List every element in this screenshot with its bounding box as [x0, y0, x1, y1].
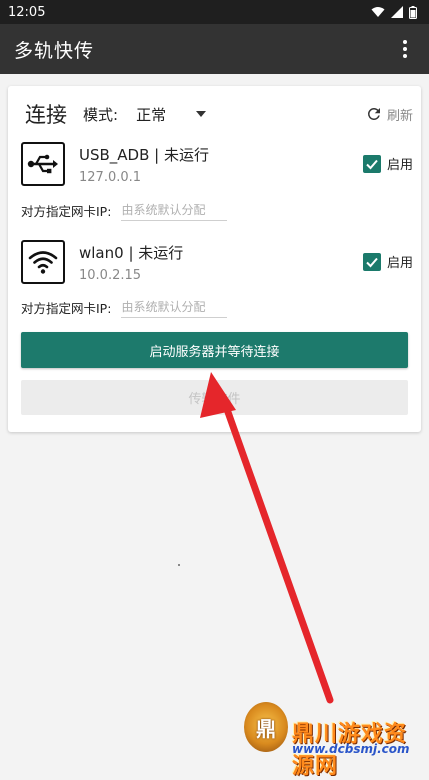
status-icons — [371, 5, 417, 19]
peer-ip-row-wlan: 对方指定网卡IP: — [8, 295, 421, 319]
status-time: 12:05 — [8, 4, 46, 20]
overflow-dot-icon — [403, 47, 407, 51]
checkbox-checked-icon — [362, 154, 381, 173]
checkbox-checked-icon — [362, 252, 381, 271]
wifi-icon — [21, 240, 65, 284]
enable-checkbox-wlan[interactable]: 启用 — [362, 252, 413, 271]
watermark-url: www.dcbsmj.com — [292, 742, 410, 756]
status-bar: 12:05 — [0, 0, 429, 24]
cell-signal-icon — [391, 6, 403, 18]
mode-select[interactable]: 正常 — [136, 104, 207, 125]
interface-ip: 10.0.2.15 — [79, 268, 142, 283]
mode-value: 正常 — [136, 105, 167, 124]
interface-row-wlan: wlan0 | 未运行 10.0.2.15 启用 — [8, 240, 421, 290]
peer-ip-row-usb: 对方指定网卡IP: — [8, 198, 421, 222]
watermark-logo-glyph: 鼎 — [256, 716, 276, 741]
overflow-menu-button[interactable] — [393, 34, 417, 64]
connection-title: 连接 — [25, 103, 67, 127]
stray-dot — [178, 564, 180, 566]
overflow-dot-icon — [403, 40, 407, 44]
dropdown-arrow-icon — [196, 111, 207, 117]
wifi-signal-icon — [371, 7, 385, 17]
refresh-icon — [367, 107, 380, 120]
mode-label: 模式: — [83, 105, 119, 124]
start-server-button[interactable]: 启动服务器并等待连接 — [21, 332, 408, 368]
transfer-files-button[interactable]: 传输文件 — [21, 380, 408, 415]
enable-checkbox-usb[interactable]: 启用 — [362, 154, 413, 173]
app-bar: 多轨快传 — [0, 24, 429, 74]
usb-icon — [21, 142, 65, 186]
overflow-dot-icon — [403, 54, 407, 58]
interface-ip: 127.0.0.1 — [79, 170, 142, 185]
battery-icon — [409, 5, 417, 19]
refresh-label: 刷新 — [386, 108, 413, 124]
card-header: 连接 模式: 正常 刷新 — [8, 96, 421, 132]
peer-ip-label: 对方指定网卡IP: — [21, 203, 112, 219]
enable-label: 启用 — [386, 158, 413, 173]
refresh-button[interactable]: 刷新 — [365, 105, 413, 124]
watermark-logo: 鼎 — [244, 702, 288, 752]
connection-card: 连接 模式: 正常 刷新 USB_ADB | 未运行 127.0.0.1 启用 … — [8, 86, 421, 432]
peer-ip-label: 对方指定网卡IP: — [21, 300, 112, 316]
site-watermark: 鼎 鼎川游戏资源网 www.dcbsmj.com — [240, 698, 429, 779]
interface-name: wlan0 | 未运行 — [79, 244, 184, 262]
interface-row-usb: USB_ADB | 未运行 127.0.0.1 启用 — [8, 142, 421, 192]
peer-ip-input-wlan[interactable] — [121, 296, 228, 318]
peer-ip-input-usb[interactable] — [121, 199, 228, 221]
enable-label: 启用 — [386, 256, 413, 271]
app-title: 多轨快传 — [14, 39, 95, 62]
interface-name: USB_ADB | 未运行 — [79, 146, 209, 164]
